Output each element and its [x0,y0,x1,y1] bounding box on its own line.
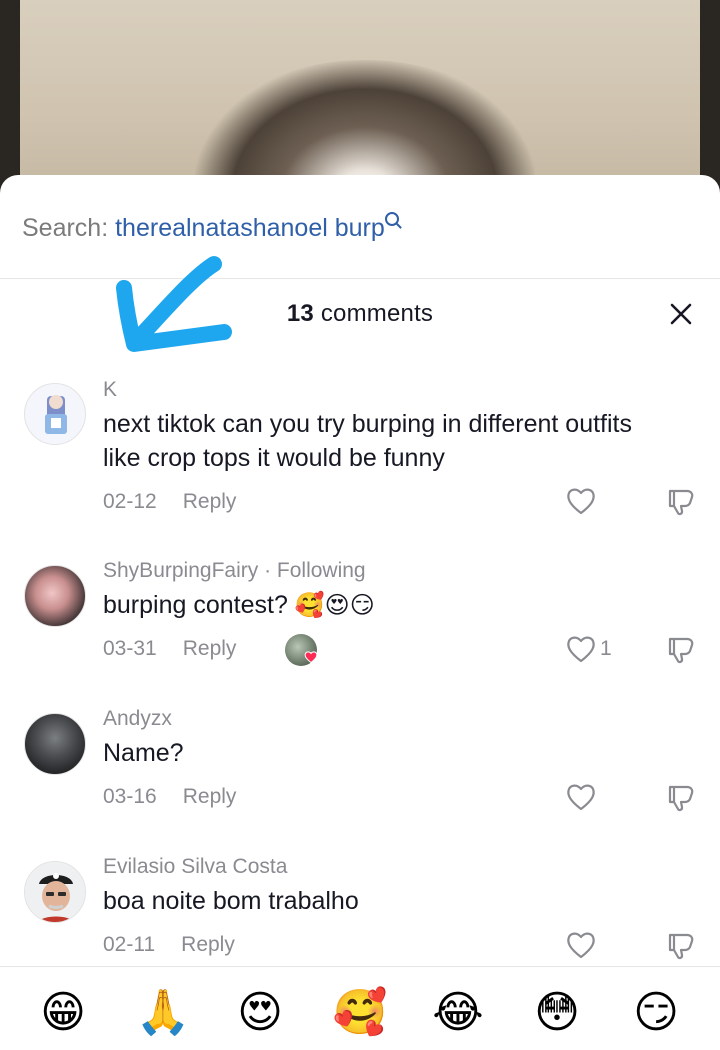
comments-count: 13 comments [0,300,720,328]
video-frame [20,0,700,200]
comment-username[interactable]: K [103,378,117,402]
avatar[interactable] [24,565,86,627]
emoji-button-smirk[interactable]: 😏 [626,983,686,1043]
comment-text: next tiktok can you try burping in diffe… [103,410,632,472]
heart-icon[interactable] [565,930,597,960]
emoji-button-grin[interactable]: 😁 [33,983,93,1043]
dislike-icon[interactable] [665,485,697,517]
search-term[interactable]: therealnatashanoel burp [115,214,385,242]
comment-emojis: 🥰😍😏 [294,592,375,620]
comment-date: 02-12 [103,490,157,513]
comments-count-number: 13 [286,300,314,327]
creator-heart-icon [304,651,318,664]
divider [0,278,720,279]
comment-username[interactable]: Evilasio Silva Costa [103,855,287,879]
heart-icon[interactable] [565,782,597,812]
comment-item: K next tiktok can you try burping in dif… [0,370,720,516]
reply-button[interactable]: Reply [183,490,237,513]
emoji-button-tears-of-joy[interactable]: 😂 [428,983,488,1043]
comment-username[interactable]: Andyzx [103,707,172,731]
comment-date: 03-16 [103,785,157,808]
avatar-image [25,862,85,922]
comment-username: ShyBurpingFairy · Following [103,559,366,583]
comment-text: burping contest? 🥰😍😏 [103,588,663,622]
comment-date: 03-31 [103,637,157,660]
comment-date: 02-11 [103,933,156,956]
reply-button[interactable]: Reply [183,785,237,808]
comments-count-label: comments [313,300,434,327]
comment-text: boa noite bom trabalho [103,887,359,915]
comment-text: Name? [103,739,184,767]
emoji-quick-bar: 😁 🙏 😍 🥰 😂 😳 😏 [0,966,720,1050]
comment-item: Andyzx Name? 03-16 Reply [0,703,720,843]
following-label: · Following [258,559,366,582]
dislike-icon[interactable] [665,781,697,813]
comment-meta: 02-11 Reply [103,933,235,957]
comment-meta: 03-31 Reply [103,637,236,661]
comment-username-name[interactable]: ShyBurpingFairy [103,559,258,582]
comment-item: ShyBurpingFairy · Following burping cont… [0,555,720,695]
dislike-icon[interactable] [665,929,697,961]
comment-meta: 03-16 Reply [103,785,236,809]
avatar[interactable] [24,861,86,923]
dislike-icon[interactable] [665,633,697,665]
emoji-button-heart-eyes[interactable]: 😍 [230,983,290,1043]
emoji-button-smiling-hearts[interactable]: 🥰 [330,983,390,1043]
comment-meta: 02-12 Reply [103,490,236,514]
avatar-image [45,395,67,434]
heart-icon[interactable] [565,486,597,516]
heart-icon[interactable] [565,634,597,664]
close-icon[interactable] [665,298,697,330]
search-label: Search: [22,214,116,242]
emoji-button-pray[interactable]: 🙏 [133,983,193,1043]
avatar[interactable] [24,383,86,445]
reply-button[interactable]: Reply [181,933,235,956]
avatar[interactable] [24,713,86,775]
like-count: 1 [600,637,612,660]
comment-text-body: burping contest? [103,591,295,619]
search-icon [384,212,399,226]
search-suggestion[interactable]: Search: therealnatashanoel burp [22,210,399,246]
emoji-button-flushed[interactable]: 😳 [527,983,587,1043]
reply-button[interactable]: Reply [183,637,237,660]
video-background [0,0,720,200]
